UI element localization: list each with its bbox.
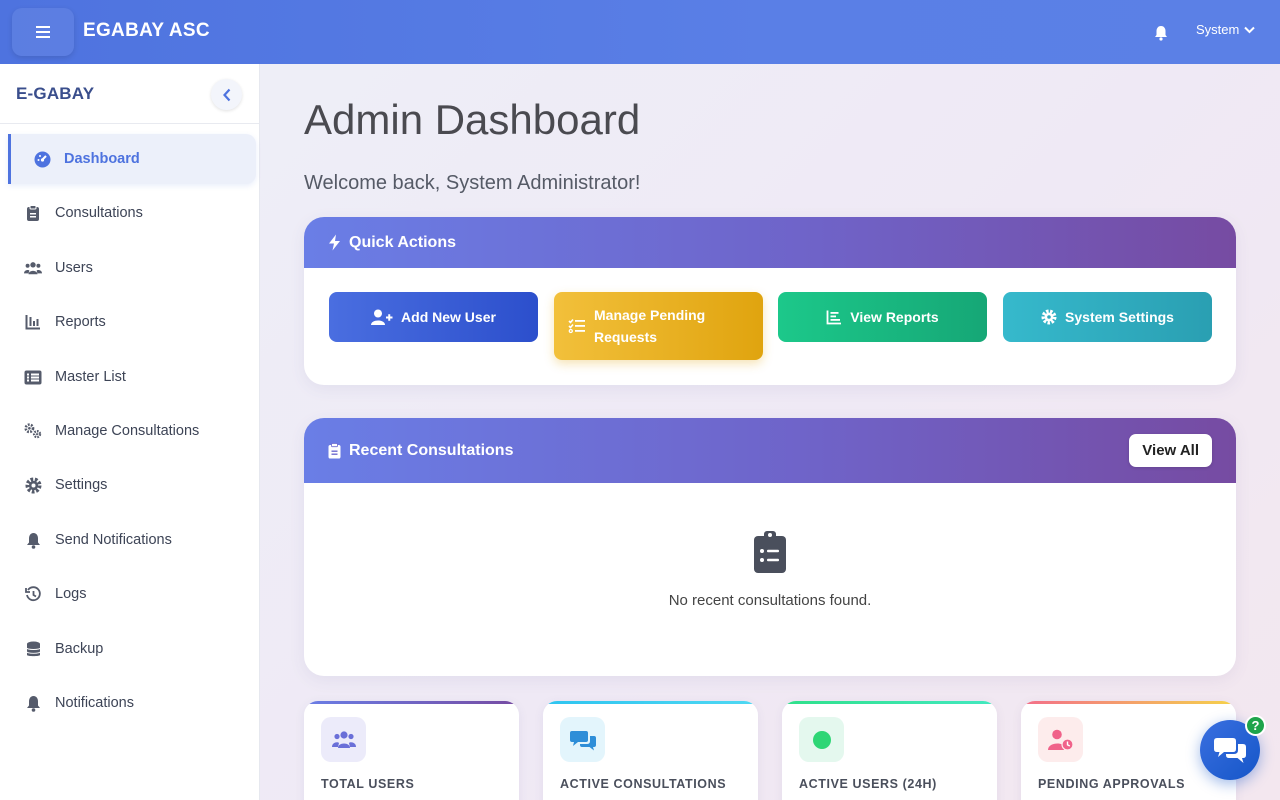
menu-toggle-button[interactable] xyxy=(12,8,74,56)
stat-label: ACTIVE CONSULTATIONS xyxy=(560,777,727,791)
stat-label: TOTAL USERS xyxy=(321,777,415,791)
stat-label: PENDING APPROVALS xyxy=(1038,777,1186,791)
bolt-icon xyxy=(328,234,341,251)
top-navbar: EGABAY ASC System xyxy=(0,0,1280,64)
clipboard-list-icon xyxy=(754,531,786,573)
user-clock-icon xyxy=(1038,717,1083,762)
recent-consultations-header: Recent Consultations View All xyxy=(304,418,1236,483)
user-plus-icon xyxy=(371,309,393,325)
sidebar-item-label: Master List xyxy=(55,369,126,385)
chat-bubbles-icon xyxy=(1214,738,1246,763)
hamburger-icon xyxy=(36,26,50,38)
stat-accent-bar xyxy=(1021,701,1236,704)
empty-state-text: No recent consultations found. xyxy=(668,592,872,609)
sidebar-item-label: Settings xyxy=(55,477,108,493)
chevron-down-icon xyxy=(1244,26,1256,33)
history-icon xyxy=(24,585,42,603)
sidebar-item-dashboard[interactable]: Dashboard xyxy=(8,134,256,184)
stat-card-active-consultations: ACTIVE CONSULTATIONS xyxy=(543,701,758,800)
database-icon xyxy=(24,640,42,658)
sidebar-item-label: Consultations xyxy=(55,205,143,221)
help-badge[interactable]: ? xyxy=(1245,715,1266,736)
cogs-icon xyxy=(24,422,42,440)
brand-title[interactable]: EGABAY ASC xyxy=(83,20,210,42)
sidebar-item-label: Dashboard xyxy=(64,151,140,167)
gear-icon xyxy=(24,476,42,494)
system-settings-button[interactable]: System Settings xyxy=(1003,292,1212,342)
sidebar-item-label: Notifications xyxy=(55,695,134,711)
sidebar-item-label: Backup xyxy=(55,641,104,657)
recent-consultations-card: Recent Consultations View All No recent … xyxy=(304,418,1236,676)
gear-icon xyxy=(1041,309,1057,325)
welcome-message: Welcome back, System Administrator! xyxy=(304,172,641,194)
comments-icon xyxy=(560,717,605,762)
sidebar-item-label: Logs xyxy=(55,586,87,602)
chart-bar-icon xyxy=(826,310,842,324)
sidebar-item-label: Users xyxy=(55,260,93,276)
sidebar-item-reports[interactable]: Reports xyxy=(0,297,256,347)
sidebar-item-send-notifications[interactable]: Send Notifications xyxy=(0,515,256,565)
notifications-bell-icon[interactable] xyxy=(1152,24,1170,42)
sidebar-item-settings[interactable]: Settings xyxy=(0,460,256,510)
dashboard-gauge-icon xyxy=(33,150,51,168)
manage-pending-requests-button[interactable]: Manage Pending Requests xyxy=(554,292,763,360)
stat-accent-bar xyxy=(782,701,997,704)
sidebar-item-notifications[interactable]: Notifications xyxy=(0,678,256,728)
sidebar-item-label: Manage Consultations xyxy=(55,423,200,439)
users-icon xyxy=(24,259,42,277)
quick-actions-title: Quick Actions xyxy=(349,233,456,251)
button-label: System Settings xyxy=(1065,309,1174,325)
sidebar-collapse-button[interactable] xyxy=(211,79,242,110)
button-label: View Reports xyxy=(850,309,939,325)
list-icon xyxy=(24,368,42,386)
sidebar-item-logs[interactable]: Logs xyxy=(0,569,256,619)
tasks-icon xyxy=(568,318,585,334)
button-label: Manage Pending Requests xyxy=(594,307,706,345)
clipboard-icon xyxy=(328,442,341,459)
sidebar-item-users[interactable]: Users xyxy=(0,243,256,293)
stat-card-active-users-24h: ACTIVE USERS (24H) xyxy=(782,701,997,800)
chevron-left-icon xyxy=(222,88,230,101)
stat-accent-bar xyxy=(304,701,519,704)
users-icon xyxy=(321,717,366,762)
stat-card-total-users: TOTAL USERS xyxy=(304,701,519,800)
stat-accent-bar xyxy=(543,701,758,704)
bell-icon xyxy=(24,531,42,549)
sidebar-title: E-GABAY xyxy=(16,83,95,103)
view-reports-button[interactable]: View Reports xyxy=(778,292,987,342)
recent-consultations-title: Recent Consultations xyxy=(349,441,514,459)
quick-actions-card: Quick Actions Add New User Manage Pendin… xyxy=(304,217,1236,385)
clipboard-icon xyxy=(24,204,42,222)
sidebar-item-backup[interactable]: Backup xyxy=(0,624,256,674)
user-menu-label: System xyxy=(1196,22,1240,37)
view-all-button[interactable]: View All xyxy=(1129,434,1212,467)
button-label: Add New User xyxy=(401,309,496,325)
sidebar-header: E-GABAY xyxy=(0,64,259,124)
sidebar-item-manage-consultations[interactable]: Manage Consultations xyxy=(0,406,256,456)
stat-label: ACTIVE USERS (24H) xyxy=(799,777,937,791)
add-new-user-button[interactable]: Add New User xyxy=(329,292,538,342)
sidebar-item-consultations[interactable]: Consultations xyxy=(0,188,256,238)
sidebar: E-GABAY Dashboard Consultations Users Re… xyxy=(0,64,260,800)
sidebar-item-label: Reports xyxy=(55,314,106,330)
sidebar-item-master-list[interactable]: Master List xyxy=(0,352,256,402)
sidebar-item-label: Send Notifications xyxy=(55,532,172,548)
user-menu-dropdown[interactable]: System xyxy=(1196,22,1256,37)
chart-bar-icon xyxy=(24,313,42,331)
quick-actions-header: Quick Actions xyxy=(304,217,1236,268)
online-status-icon xyxy=(799,717,844,762)
bell-icon xyxy=(24,694,42,712)
page-title: Admin Dashboard xyxy=(304,96,641,143)
